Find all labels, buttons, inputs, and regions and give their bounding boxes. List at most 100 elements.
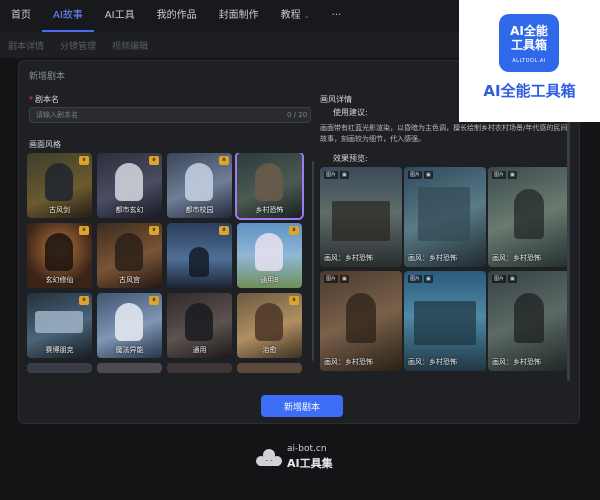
script-name-label: * 剧本名	[29, 94, 59, 105]
preview-image[interactable]: 图片 ▣ 画风：乡村恐怖	[488, 167, 570, 267]
preview-image[interactable]: 图片 ▣ 画风：乡村恐怖	[488, 271, 570, 371]
nav-more-button[interactable]: ···	[321, 0, 353, 32]
style-tile-night-sky[interactable]: ♛	[167, 223, 232, 288]
preview-tags: 图片 ▣	[408, 275, 433, 283]
nav-item-ai-tools[interactable]: AI工具	[94, 0, 146, 32]
subnav-storyboard[interactable]: 分镜管理	[52, 39, 104, 52]
style-tile-caption: 赛博朋克	[45, 346, 74, 354]
style-grid: ♛ 古风剑 ♛ 都市玄幻 ♛ 都市校园 乡村恐怖 ♛ 玄幻修仙 ♛ 古风宫 ♛ …	[27, 153, 309, 373]
nav-item-my-works[interactable]: 我的作品	[146, 0, 208, 32]
vip-badge: ♛	[289, 296, 299, 305]
style-tile-partial[interactable]	[97, 363, 162, 373]
vip-badge: ♛	[289, 226, 299, 235]
preview-image[interactable]: 图片 ▣ 画风：乡村恐怖	[320, 167, 402, 267]
preview-image[interactable]: 图片 ▣ 画风：乡村恐怖	[320, 271, 402, 371]
style-tile-cyberpunk[interactable]: ♛ 赛博朋克	[27, 293, 92, 358]
nav-item-home[interactable]: 首页	[0, 0, 42, 32]
brand-name: AI全能工具箱	[483, 82, 576, 100]
preview-image[interactable]: 图片 ▣ 画风：乡村恐怖	[404, 271, 486, 371]
brand-logo: AI全能 工具箱 ALLTOOL.AI	[499, 14, 559, 72]
style-tile-urban-fantasy[interactable]: ♛ 都市玄幻	[97, 153, 162, 218]
style-description: 画面带有红蓝光影渲染，以昏暗为主色调，擅长绘制乡村农村场景/年代感的民间故事，刻…	[320, 124, 568, 143]
style-tile-rural-horror[interactable]: 乡村恐怖	[235, 153, 304, 220]
vip-badge: ♛	[219, 156, 229, 165]
image-icon: ▣	[424, 275, 433, 283]
required-mark: *	[29, 95, 33, 104]
preview-label: 效果预览:	[333, 154, 368, 163]
script-name-input[interactable]	[29, 107, 311, 123]
preview-tags: 图片 ▣	[408, 171, 433, 179]
usage-label: 使用建议:	[333, 108, 368, 117]
vip-badge: ♛	[219, 226, 229, 235]
brand-badge: AI全能 工具箱 ALLTOOL.AI AI全能工具箱	[459, 0, 600, 122]
style-tile-caption: 都市校园	[185, 206, 214, 214]
image-icon: ▣	[508, 275, 517, 283]
nav-item-tutorial[interactable]: 教程 ⌄	[270, 0, 321, 32]
style-tile-general-b[interactable]: ♛ 通用B	[237, 223, 302, 288]
preview-tags: 图片 ▣	[492, 171, 517, 179]
image-icon: ▣	[340, 275, 349, 283]
add-script-button[interactable]: 新增剧本	[261, 395, 343, 417]
vip-badge: ♛	[149, 296, 159, 305]
preview-tags: 图片 ▣	[324, 275, 349, 283]
image-icon: ▣	[424, 171, 433, 179]
preview-caption: 画风：乡村恐怖	[408, 358, 457, 366]
nav-item-cover[interactable]: 封面制作	[208, 0, 270, 32]
vip-badge: ♛	[79, 156, 89, 165]
char-counter: 0 / 20	[287, 111, 308, 119]
preview-tag: 图片	[492, 275, 507, 283]
style-tile-urban-campus[interactable]: ♛ 都市校园	[167, 153, 232, 218]
watermark-name: AI工具集	[287, 457, 333, 470]
style-tile-partial[interactable]	[237, 363, 302, 373]
image-icon: ▣	[508, 171, 517, 179]
preview-caption: 画风：乡村恐怖	[492, 254, 541, 262]
preview-tag: 图片	[324, 275, 339, 283]
preview-tags: 图片 ▣	[492, 275, 517, 283]
preview-caption: 画风：乡村恐怖	[408, 254, 457, 262]
style-tile-general[interactable]: 通用	[167, 293, 232, 358]
vip-badge: ♛	[79, 226, 89, 235]
preview-image[interactable]: 图片 ▣ 画风：乡村恐怖	[404, 167, 486, 267]
preview-tag: 图片	[324, 171, 339, 179]
style-tile-partial[interactable]	[167, 363, 232, 373]
style-tile-ancient-palace[interactable]: ♛ 古风宫	[97, 223, 162, 288]
preview-caption: 画风：乡村恐怖	[324, 358, 373, 366]
vip-badge: ♛	[149, 156, 159, 165]
style-tile-healing[interactable]: ♛ 治愈	[237, 293, 302, 358]
subnav-video-edit[interactable]: 视频编辑	[104, 39, 156, 52]
nav-item-ai-story[interactable]: AI故事	[42, 0, 94, 32]
preview-caption: 画风：乡村恐怖	[492, 358, 541, 366]
preview-tag: 图片	[408, 275, 423, 283]
brand-logo-line1: AI全能	[510, 24, 548, 38]
vip-badge: ♛	[79, 296, 89, 305]
detail-title: 画风详情	[320, 95, 352, 104]
style-tile-xianxia[interactable]: ♛ 玄幻修仙	[27, 223, 92, 288]
style-tile-caption: 古风剑	[49, 206, 70, 214]
modal-title: 新增剧本	[29, 72, 66, 82]
brand-logo-line3: ALLTOOL.AI	[512, 58, 546, 64]
chevron-down-icon: ⌄	[303, 12, 310, 20]
style-tile-magic[interactable]: ♛ 魔法异能	[97, 293, 162, 358]
style-grid-scrollbar[interactable]	[312, 161, 314, 361]
preview-tag: 图片	[492, 171, 507, 179]
style-section-label: 画面风格	[29, 140, 61, 149]
image-icon: ▣	[340, 171, 349, 179]
nav-item-tutorial-label: 教程	[280, 10, 301, 21]
watermark-logo-icon	[256, 449, 282, 466]
style-tile-caption: 玄幻修仙	[45, 276, 74, 284]
watermark: ai-bot.cn AI工具集	[255, 441, 365, 471]
subnav-script-detail[interactable]: 剧本详情	[0, 39, 52, 52]
preview-tag: 图片	[408, 171, 423, 179]
script-name-label-text: 剧本名	[35, 95, 59, 104]
style-tile-caption: 都市玄幻	[115, 206, 144, 214]
style-tile-caption: 乡村恐怖	[255, 206, 284, 214]
preview-tags: 图片 ▣	[324, 171, 349, 179]
style-tile-ancient-sword[interactable]: ♛ 古风剑	[27, 153, 92, 218]
watermark-url: ai-bot.cn	[287, 444, 327, 454]
detail-scrollbar[interactable]	[567, 91, 570, 381]
style-tile-caption: 治愈	[262, 346, 277, 354]
preview-caption: 画风：乡村恐怖	[324, 254, 373, 262]
style-tile-caption: 通用B	[260, 276, 279, 284]
vip-badge: ♛	[149, 226, 159, 235]
style-tile-partial[interactable]	[27, 363, 92, 373]
